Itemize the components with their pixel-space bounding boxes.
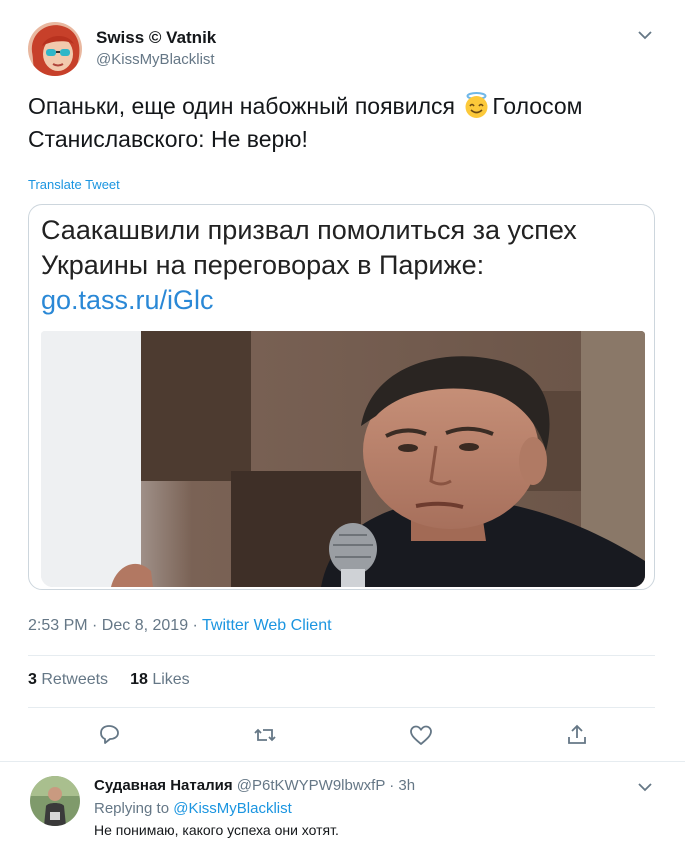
card-photo[interactable]: [41, 331, 645, 587]
author-handle[interactable]: @KissMyBlacklist: [96, 51, 215, 68]
likes-stat[interactable]: 18 Likes: [130, 671, 190, 688]
tweet-actions: [0, 722, 685, 750]
retweets-label: Retweets: [41, 671, 109, 688]
reply-text: Не понимаю, какого успеха они хотят.: [94, 822, 339, 838]
chevron-down-icon[interactable]: [636, 28, 654, 42]
reply-tweet[interactable]: Судавная Наталия @P6tKWYPW9lbwxfP · 3h R…: [0, 763, 685, 851]
likes-count: 18: [130, 671, 148, 688]
share-icon[interactable]: [564, 722, 590, 748]
reply-author-name[interactable]: Судавная Наталия: [94, 777, 233, 794]
reply-author: Судавная Наталия @P6tKWYPW9lbwxfP · 3h: [94, 777, 415, 794]
main-tweet: Swiss © Vatnik @KissMyBlacklist Опаньки,…: [0, 0, 685, 762]
tweet-client[interactable]: Twitter Web Client: [202, 617, 332, 634]
tweet-timestamp[interactable]: 2:53 PM · Dec 8, 2019 ·: [28, 617, 202, 634]
reply-icon[interactable]: [96, 722, 122, 748]
tweet-text: Опаньки, еще один набожный появился Голо…: [28, 90, 658, 156]
replying-to: Replying to @KissMyBlacklist: [94, 800, 292, 817]
card-link[interactable]: go.tass.ru/iGlc: [41, 285, 214, 315]
card-headline: Саакашвили призвал помолиться за успех У…: [41, 215, 577, 280]
reply-author-handle[interactable]: @P6tKWYPW9lbwxfP · 3h: [237, 777, 415, 794]
chevron-down-icon[interactable]: [636, 780, 654, 794]
tweet-text-part1: Опаньки, еще один набожный появился: [28, 93, 462, 119]
smiling-face-with-halo-icon: [463, 92, 490, 119]
divider: [28, 707, 655, 708]
divider: [28, 655, 655, 656]
like-icon[interactable]: [408, 722, 434, 748]
author-avatar[interactable]: [28, 22, 82, 76]
author-name[interactable]: Swiss © Vatnik: [96, 28, 216, 48]
card-text: Саакашвили призвал помолиться за успех У…: [41, 213, 641, 318]
retweets-stat[interactable]: 3 Retweets: [28, 671, 108, 688]
retweets-count: 3: [28, 671, 37, 688]
likes-label: Likes: [152, 671, 190, 688]
tweet-stats: 3 Retweets 18 Likes: [28, 671, 190, 689]
replying-to-mention[interactable]: @KissMyBlacklist: [173, 800, 292, 817]
reply-avatar[interactable]: [30, 776, 80, 826]
retweet-icon[interactable]: [252, 722, 278, 748]
tweet-meta: 2:53 PM · Dec 8, 2019 · Twitter Web Clie…: [28, 617, 332, 635]
replying-to-label: Replying to: [94, 800, 174, 817]
translate-tweet-link[interactable]: Translate Tweet: [28, 177, 120, 192]
link-card[interactable]: Саакашвили призвал помолиться за успех У…: [28, 204, 655, 590]
